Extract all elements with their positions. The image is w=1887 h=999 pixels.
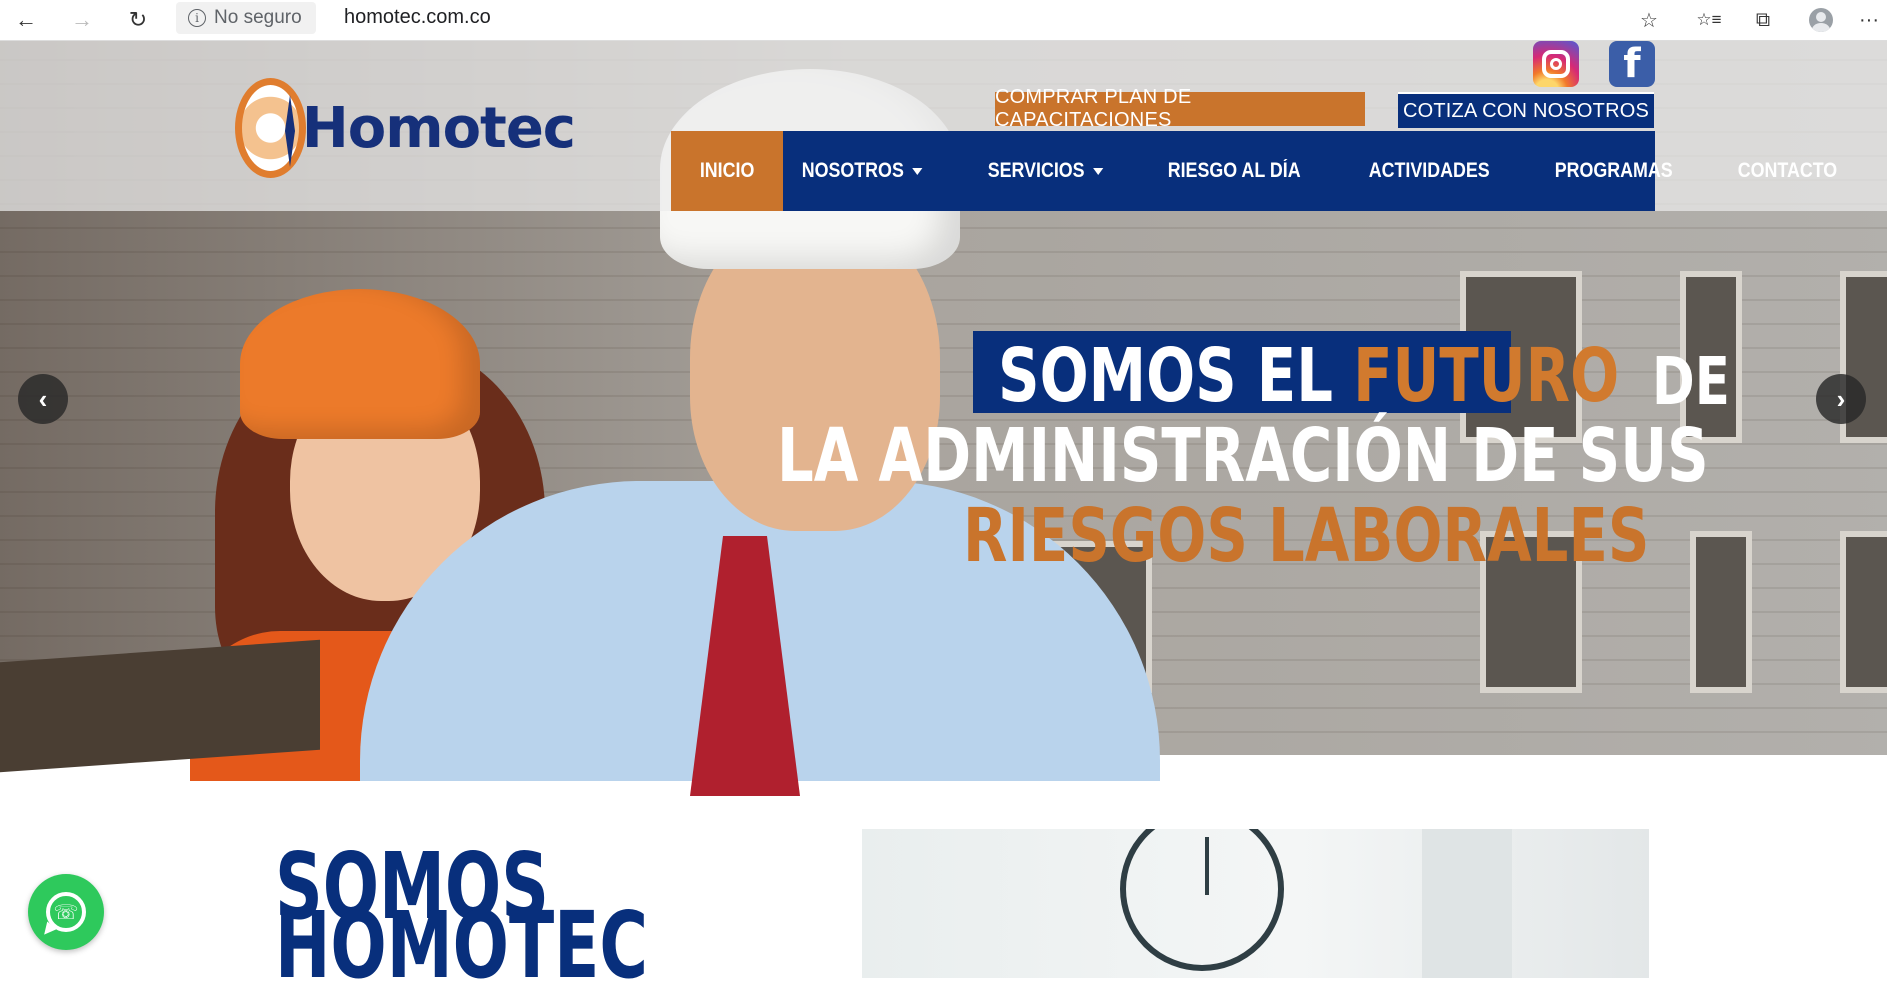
security-label: No seguro <box>214 7 302 28</box>
reload-icon[interactable]: ↻ <box>122 4 154 36</box>
building-window <box>1690 531 1752 693</box>
nav-label: PROGRAMAS <box>1554 159 1673 182</box>
hero-text-futuro: FUTURO <box>1353 333 1620 419</box>
about-title-line2: HOMOTEC <box>275 892 649 999</box>
main-navigation: INICIO NOSOTROS SERVICIOS RIESGO AL DÍA … <box>671 131 1837 211</box>
back-icon[interactable]: ← <box>10 4 42 36</box>
nav-label: RIESGO AL DÍA <box>1168 159 1301 182</box>
window-panel <box>1422 829 1512 978</box>
nav-label: INICIO <box>699 159 755 182</box>
browser-toolbar: ← → ↻ i No seguro homotec.com.co ☆ ☆≡ ⧉ … <box>0 0 1887 41</box>
slider-next-icon[interactable]: › <box>1816 374 1866 424</box>
collections-icon[interactable]: ⧉ <box>1746 4 1780 36</box>
logo-text: Homotec <box>301 95 576 161</box>
buy-training-plan-button[interactable]: COMPRAR PLAN DE CAPACITACIONES <box>995 86 1365 131</box>
address-bar[interactable]: homotec.com.co <box>344 6 491 29</box>
info-icon: i <box>188 9 206 27</box>
nav-item-inicio[interactable]: INICIO <box>671 131 784 211</box>
quote-button[interactable]: COTIZA CON NOSOTROS <box>1398 92 1654 128</box>
whatsapp-icon: ☏ <box>46 892 86 932</box>
site-logo[interactable]: Homotec <box>235 73 576 183</box>
clipboard <box>0 639 320 773</box>
nav-item-servicios[interactable]: SERVICIOS <box>969 131 1122 211</box>
instagram-icon[interactable] <box>1533 41 1579 87</box>
about-image <box>862 829 1649 978</box>
nav-item-actividades[interactable]: ACTIVIDADES <box>1350 131 1508 211</box>
nav-label: NOSOTROS <box>801 159 905 182</box>
forward-icon[interactable]: → <box>66 4 98 36</box>
security-indicator[interactable]: i No seguro <box>176 2 316 34</box>
clock-hand <box>1205 837 1209 895</box>
building-window <box>1840 531 1887 693</box>
facebook-icon[interactable]: f <box>1609 41 1655 87</box>
slider-prev-icon[interactable]: ‹ <box>18 374 68 424</box>
nav-label: CONTACTO <box>1737 159 1838 182</box>
hero-text-somos: SOMOS EL <box>998 333 1354 419</box>
nav-label: ACTIVIDADES <box>1368 159 1490 182</box>
profile-avatar[interactable] <box>1804 4 1838 36</box>
orange-hardhat <box>240 289 480 439</box>
nav-item-nosotros[interactable]: NOSOTROS <box>783 131 941 211</box>
hero-headline-line1: SOMOS EL FUTURO <box>998 339 1619 413</box>
avatar-icon <box>1809 8 1833 32</box>
wall-clock-icon <box>1120 829 1284 971</box>
nav-item-programas[interactable]: PROGRAMAS <box>1536 131 1691 211</box>
hero-text-de: DE <box>1652 343 1730 420</box>
star-icon[interactable]: ☆ <box>1632 4 1666 36</box>
instagram-glyph <box>1542 50 1570 78</box>
hero-headline-line2: LA ADMINISTRACIÓN DE SUS <box>777 413 1709 499</box>
favorites-icon[interactable]: ☆≡ <box>1692 4 1726 36</box>
caret-down-icon <box>1093 167 1104 175</box>
hero-headline-line3: RIESGOS LABORALES <box>963 493 1650 579</box>
page-viewport: Homotec f COMPRAR PLAN DE CAPACITACIONES… <box>0 41 1887 978</box>
caret-down-icon <box>912 167 923 175</box>
nav-label: SERVICIOS <box>988 159 1085 182</box>
compass-logo-icon <box>235 78 306 178</box>
facebook-glyph: f <box>1623 41 1641 87</box>
nav-item-riesgo-al-dia[interactable]: RIESGO AL DÍA <box>1149 131 1319 211</box>
nav-item-contacto[interactable]: CONTACTO <box>1719 131 1856 211</box>
whatsapp-button[interactable]: ☏ <box>28 874 104 950</box>
more-icon[interactable]: ··· <box>1852 4 1886 36</box>
